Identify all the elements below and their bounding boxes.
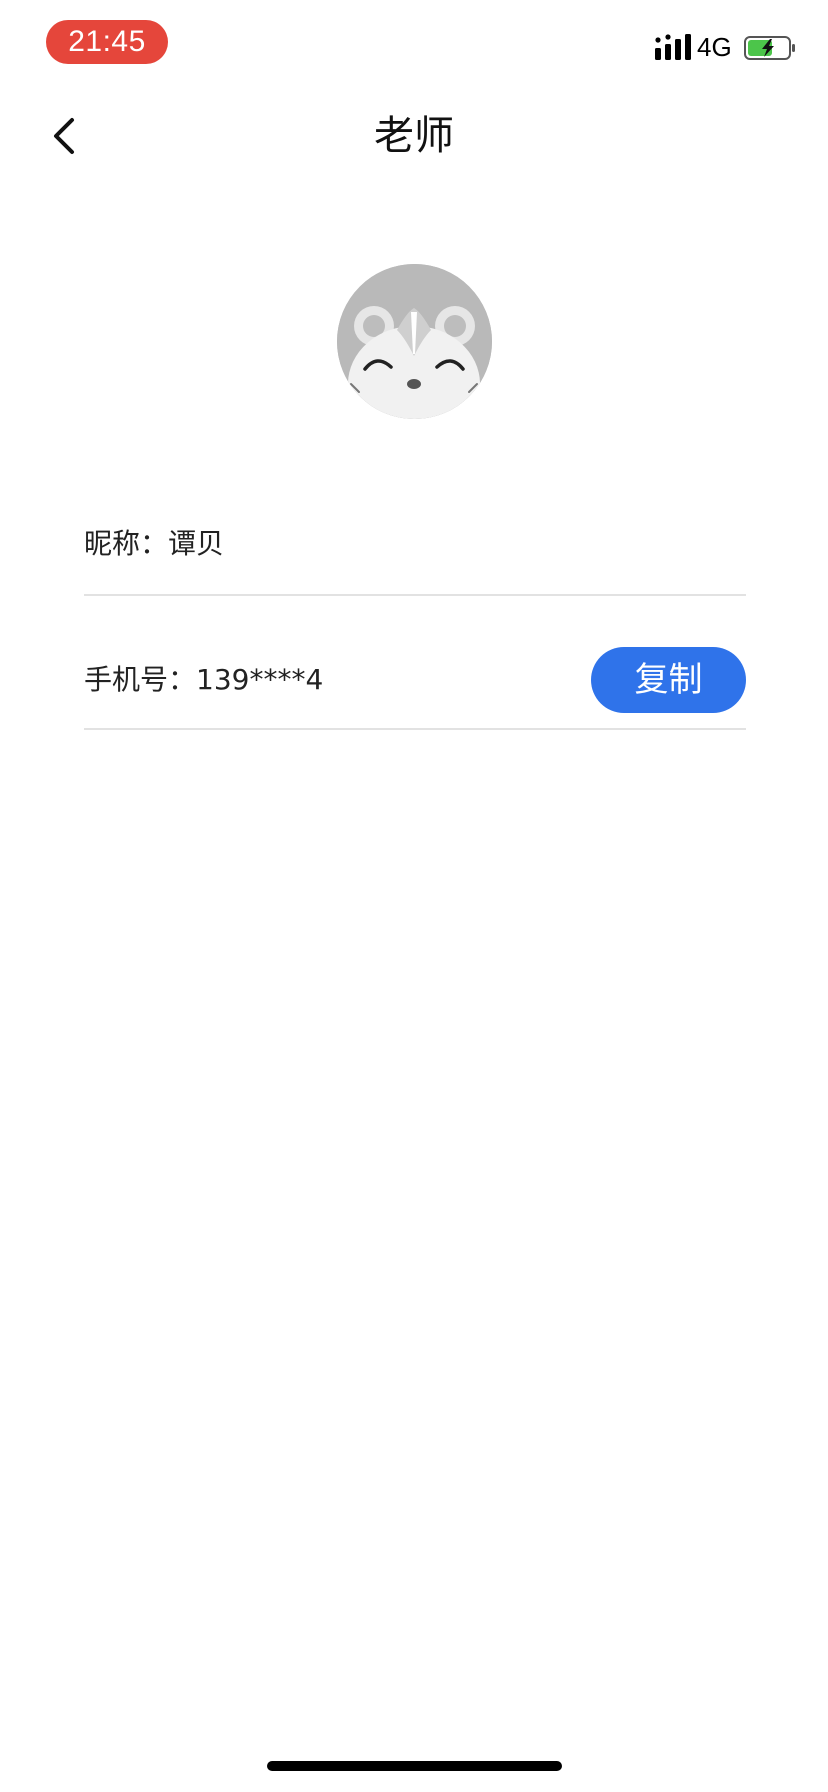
teacher-profile-screen: 21:45 4G 老师 昵称：谭贝 手机号：139****4 复制 — [0, 0, 828, 1792]
page-title: 老师 — [374, 113, 454, 159]
status-time: 21:45 — [46, 20, 168, 64]
nickname-row: 昵称：谭贝 — [84, 462, 746, 596]
nickname-label: 昵称： — [84, 527, 169, 560]
network-type-label: 4G — [697, 32, 732, 62]
navigation-bar: 老师 — [0, 86, 828, 186]
phone-value: 139****4 — [196, 663, 324, 696]
hamster-avatar-icon — [337, 264, 492, 419]
avatar — [337, 264, 492, 419]
phone-label: 手机号： — [84, 663, 197, 696]
signal-bars-icon — [655, 34, 691, 60]
battery-charging-icon — [744, 36, 795, 60]
status-bar: 21:45 4G — [0, 0, 828, 86]
home-indicator[interactable] — [267, 1761, 562, 1771]
copy-button[interactable]: 复制 — [591, 647, 746, 713]
phone-row: 手机号：139****4 复制 — [84, 596, 746, 730]
nickname-value: 谭贝 — [168, 527, 225, 560]
